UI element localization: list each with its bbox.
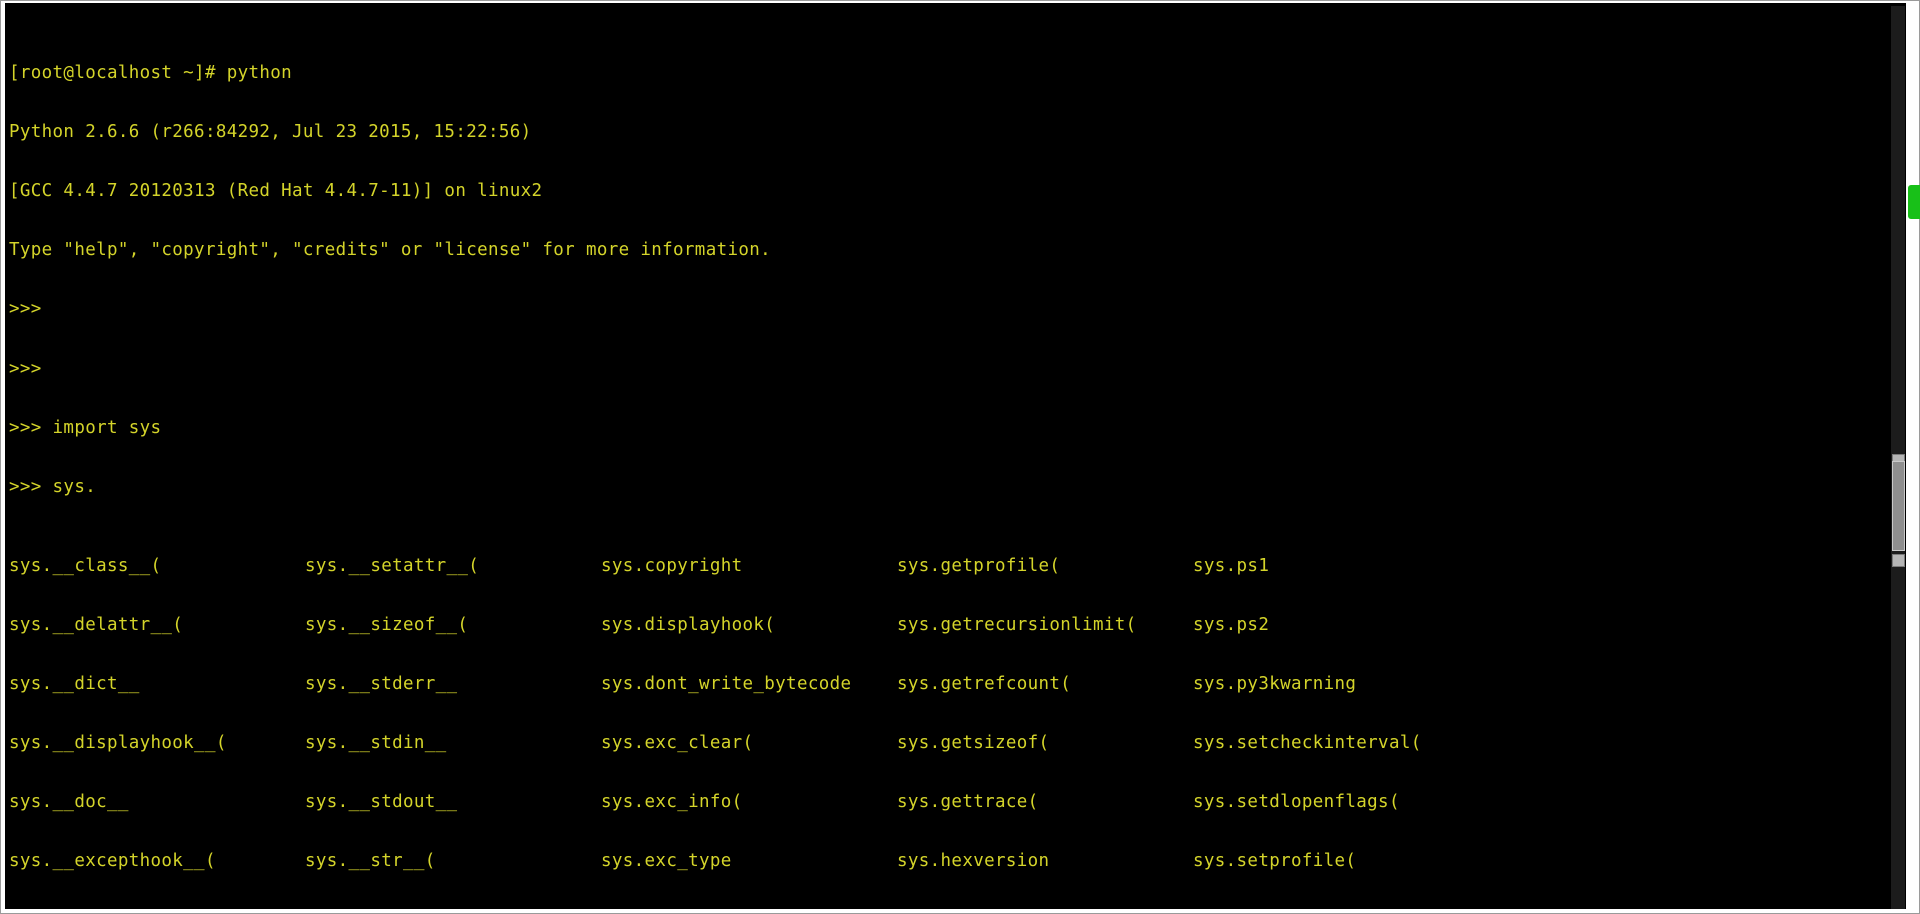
completion-item: sys.getrecursionlimit( <box>897 614 1137 635</box>
terminal-window-root: [root@localhost ~]# python Python 2.6.6 … <box>0 0 1920 914</box>
completion-row: sys.__class__( sys.__setattr__( sys.copy… <box>9 555 1906 577</box>
completion-row: sys.__delattr__( sys.__sizeof__( sys.dis… <box>9 614 1906 636</box>
completion-item: sys.setcheckinterval( <box>1193 732 1422 753</box>
completion-item: sys.__stdin__ <box>305 732 447 753</box>
completion-row: sys.__excepthook__( sys.__str__( sys.exc… <box>9 851 1906 872</box>
completion-item: sys.__stdout__ <box>305 791 458 812</box>
completion-item: sys.__doc__ <box>9 791 129 812</box>
completion-row: sys.__displayhook__( sys.__stdin__ sys.e… <box>9 732 1906 754</box>
completion-item: sys.getsizeof( <box>897 732 1050 753</box>
terminal-screen[interactable]: [root@localhost ~]# python Python 2.6.6 … <box>5 3 1906 909</box>
completion-item: sys.__class__( <box>9 555 162 576</box>
terminal-text-buffer: [root@localhost ~]# python Python 2.6.6 … <box>5 3 1906 909</box>
empty-prompt-line-2: >>> <box>9 358 42 379</box>
completion-item: sys.__displayhook__( <box>9 732 227 753</box>
side-indicator-nub[interactable] <box>1908 185 1920 219</box>
completion-item: sys.__str__( <box>305 851 436 872</box>
completion-item: sys.displayhook( <box>601 614 776 635</box>
completion-item: sys.ps2 <box>1193 614 1270 635</box>
completion-item: sys.gettrace( <box>897 791 1039 812</box>
completion-item: sys.exc_clear( <box>601 732 754 753</box>
terminal-scrollbar[interactable] <box>1891 6 1905 909</box>
completion-row: sys.__dict__ sys.__stderr__ sys.dont_wri… <box>9 673 1906 695</box>
completion-item: sys.setdlopenflags( <box>1193 791 1400 812</box>
completion-item: sys.exc_type <box>601 851 732 872</box>
python-banner-line-1: Python 2.6.6 (r266:84292, Jul 23 2015, 1… <box>9 122 532 143</box>
python-banner-line-3: Type "help", "copyright", "credits" or "… <box>9 240 772 261</box>
import-sys-line: >>> import sys <box>9 417 162 438</box>
completion-item: sys.copyright <box>601 555 743 576</box>
completion-item: sys.dont_write_bytecode <box>601 673 852 694</box>
completion-item: sys.ps1 <box>1193 555 1270 576</box>
python-banner-line-2: [GCC 4.4.7 20120313 (Red Hat 4.4.7-11)] … <box>9 181 543 202</box>
completion-item: sys.exc_info( <box>601 791 743 812</box>
completion-item: sys.__delattr__( <box>9 614 184 635</box>
completion-row: sys.__doc__ sys.__stdout__ sys.exc_info(… <box>9 791 1906 813</box>
completion-item: sys.__sizeof__( <box>305 614 469 635</box>
empty-prompt-line-1: >>> <box>9 299 42 320</box>
sys-completion-request-line: >>> sys. <box>9 476 97 497</box>
completion-item: sys.getprofile( <box>897 555 1061 576</box>
completion-item: sys.__excepthook__( <box>9 851 216 872</box>
completion-item: sys.setprofile( <box>1193 851 1357 872</box>
shell-prompt-line: [root@localhost ~]# python <box>9 63 293 84</box>
scroll-down-arrow-icon[interactable] <box>1892 554 1905 567</box>
completion-item: sys.py3kwarning <box>1193 673 1357 694</box>
completion-item: sys.__setattr__( <box>305 555 480 576</box>
completion-item: sys.__stderr__ <box>305 673 458 694</box>
completion-item: sys.hexversion <box>897 851 1050 872</box>
completion-item: sys.__dict__ <box>9 673 140 694</box>
completion-item: sys.getrefcount( <box>897 673 1072 694</box>
scrollbar-thumb[interactable] <box>1892 461 1905 551</box>
